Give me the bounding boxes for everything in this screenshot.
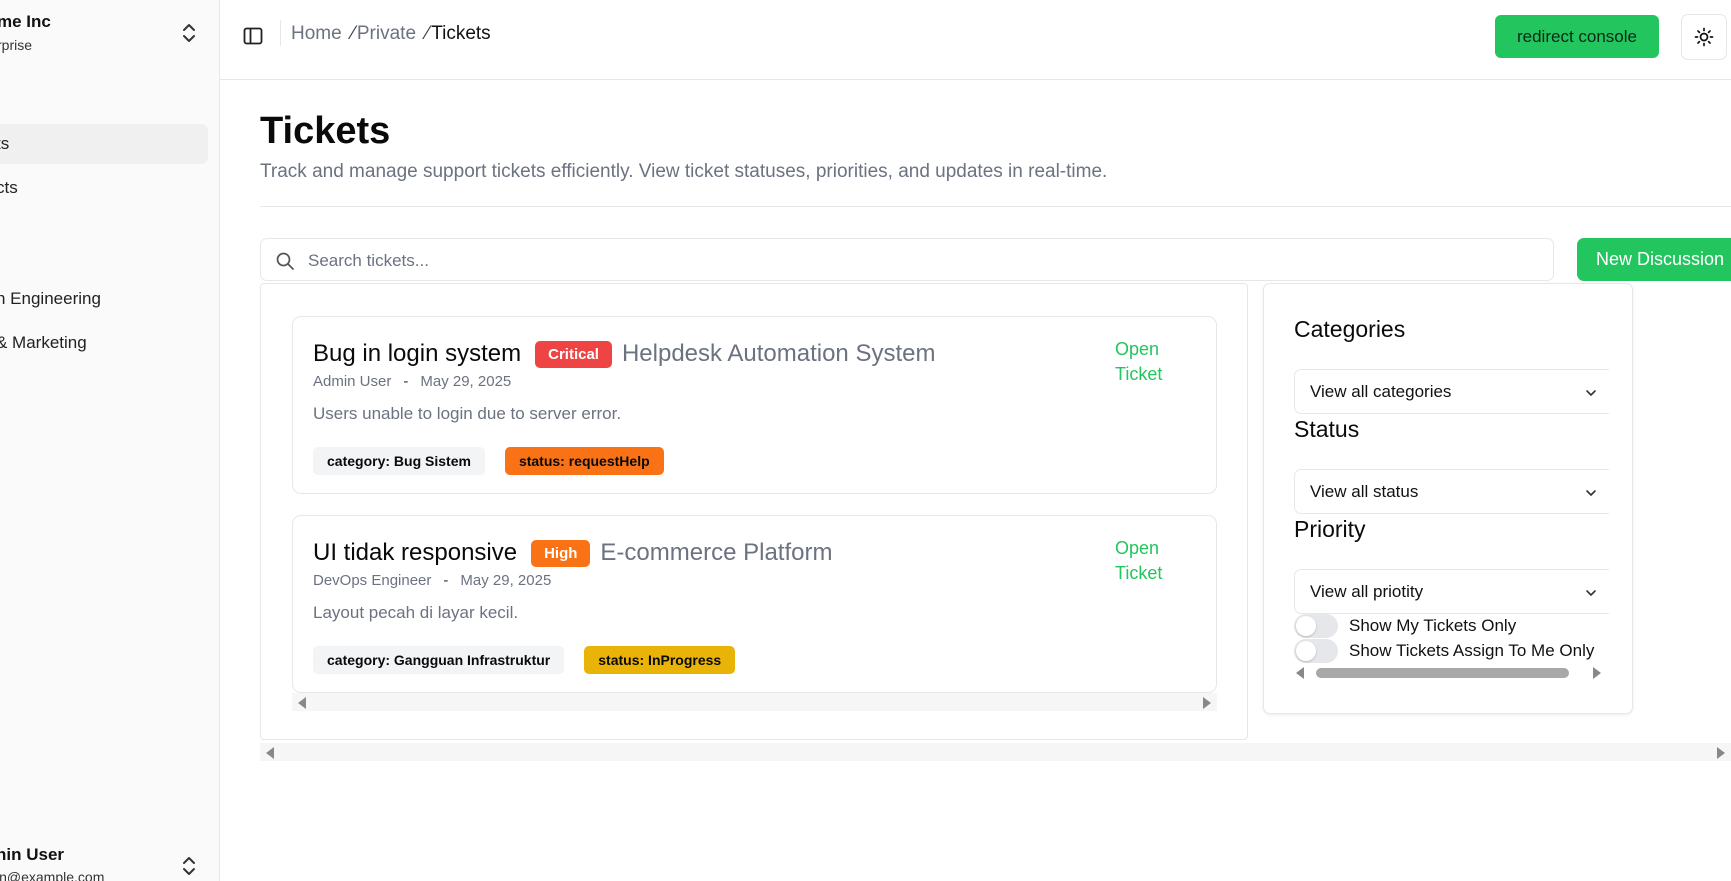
status-badge: status: requestHelp bbox=[504, 447, 664, 475]
ticket-meta: Admin User - May 29, 2025 bbox=[313, 373, 511, 390]
switch-knob bbox=[1296, 641, 1316, 661]
priority-select-value: View all priotity bbox=[1310, 582, 1424, 601]
switch-knob bbox=[1296, 616, 1316, 636]
my-tickets-toggle-row: Show My Tickets Only bbox=[1294, 614, 1516, 638]
categories-select[interactable]: View all categories bbox=[1294, 369, 1609, 414]
ticket-date: May 29, 2025 bbox=[420, 373, 512, 390]
scrollbar-thumb[interactable] bbox=[1316, 668, 1569, 678]
ticket-list: Bug in login system Critical Helpdesk Au… bbox=[260, 283, 1248, 740]
ticket-tags: category: Bug Sistem status: requestHelp bbox=[313, 447, 664, 475]
chevron-down-icon bbox=[1586, 590, 1596, 596]
ticket-title-row: UI tidak responsive High E-commerce Plat… bbox=[313, 539, 832, 567]
breadcrumb-separator: ⁄ bbox=[426, 23, 430, 44]
status-badge: status: InProgress bbox=[584, 646, 736, 674]
status-select[interactable]: View all status bbox=[1294, 469, 1609, 514]
status-select-value: View all status bbox=[1310, 482, 1419, 501]
project-name: Helpdesk Automation System bbox=[621, 340, 936, 367]
breadcrumb: Home ⁄ Private ⁄ Tickets bbox=[291, 23, 491, 45]
open-ticket-link[interactable]: Open Ticket bbox=[1115, 337, 1175, 387]
divider bbox=[280, 20, 281, 46]
scroll-left-arrow[interactable] bbox=[298, 697, 306, 709]
scroll-right-arrow[interactable] bbox=[1717, 747, 1725, 759]
search-icon bbox=[276, 252, 294, 270]
ticket-card: UI tidak responsive High E-commerce Plat… bbox=[292, 515, 1217, 693]
org-name: me Inc bbox=[0, 12, 51, 31]
ticket-author: Admin User bbox=[313, 373, 392, 390]
priority-select[interactable]: View all priotity bbox=[1294, 569, 1609, 614]
ticket-tags: category: Gangguan Infrastruktur status:… bbox=[313, 646, 736, 674]
divider bbox=[260, 206, 1731, 207]
page-subtitle: Track and manage support tickets efficie… bbox=[260, 161, 1108, 182]
sun-icon bbox=[1694, 27, 1714, 47]
user-name: nin User bbox=[0, 845, 65, 864]
scroll-left-arrow[interactable] bbox=[1296, 667, 1304, 679]
user-menu[interactable]: nin User in@example.com bbox=[0, 845, 104, 881]
sidebar-item-marketing[interactable]: & Marketing bbox=[0, 323, 87, 363]
my-tickets-switch[interactable] bbox=[1294, 614, 1338, 638]
new-discussion-button[interactable]: New Discussion bbox=[1577, 238, 1731, 281]
horizontal-scrollbar[interactable] bbox=[292, 693, 1217, 711]
top-header: Home ⁄ Private ⁄ Tickets redirect console bbox=[220, 0, 1731, 80]
sidebar-item-projects[interactable]: cts bbox=[0, 168, 18, 208]
filters-horizontal-scrollbar[interactable] bbox=[1294, 666, 1609, 680]
filters-panel: Categories View all categories Status Vi… bbox=[1263, 283, 1633, 714]
open-ticket-link[interactable]: Open Ticket bbox=[1115, 536, 1175, 586]
ticket-author: DevOps Engineer bbox=[313, 572, 432, 589]
category-tag: category: Gangguan Infrastruktur bbox=[313, 646, 565, 674]
chevrons-up-down-icon[interactable] bbox=[180, 855, 198, 877]
meta-separator: - bbox=[403, 373, 409, 390]
breadcrumb-home[interactable]: Home bbox=[291, 23, 342, 44]
search-bar bbox=[260, 238, 1554, 282]
breadcrumb-private[interactable]: Private bbox=[357, 23, 416, 44]
priority-badge: High bbox=[531, 539, 591, 567]
chevron-down-icon bbox=[1586, 390, 1596, 396]
sidebar: me Inc rprise ts cts n Engineering & Mar… bbox=[0, 0, 220, 881]
assigned-toggle-row: Show Tickets Assign To Me Only bbox=[1294, 639, 1594, 663]
meta-separator: - bbox=[443, 572, 449, 589]
sidebar-item-engineering[interactable]: n Engineering bbox=[0, 279, 101, 319]
scroll-right-arrow[interactable] bbox=[1593, 667, 1601, 679]
search-input[interactable] bbox=[306, 239, 1540, 282]
ticket-title[interactable]: Bug in login system bbox=[313, 340, 521, 368]
sidebar-item-label: ts bbox=[0, 134, 10, 153]
my-tickets-label: Show My Tickets Only bbox=[1349, 616, 1517, 635]
ticket-title-row: Bug in login system Critical Helpdesk Au… bbox=[313, 340, 935, 368]
ticket-description: Layout pecah di layar kecil. bbox=[313, 603, 519, 622]
sidebar-toggle-icon[interactable] bbox=[242, 25, 264, 47]
ticket-title[interactable]: UI tidak responsive bbox=[313, 539, 517, 567]
redirect-console-button[interactable]: redirect console bbox=[1495, 15, 1659, 58]
theme-toggle-button[interactable] bbox=[1681, 14, 1727, 60]
assigned-label: Show Tickets Assign To Me Only bbox=[1349, 641, 1595, 660]
page-horizontal-scrollbar[interactable] bbox=[260, 743, 1731, 761]
chevrons-up-down-icon[interactable] bbox=[180, 22, 198, 44]
ticket-meta: DevOps Engineer - May 29, 2025 bbox=[313, 572, 551, 589]
categories-select-value: View all categories bbox=[1310, 382, 1452, 401]
sidebar-item-label: n Engineering bbox=[0, 289, 101, 308]
status-heading: Status bbox=[1294, 416, 1360, 442]
user-email: in@example.com bbox=[0, 869, 105, 881]
breadcrumb-separator: ⁄ bbox=[351, 23, 355, 44]
priority-heading: Priority bbox=[1294, 516, 1366, 542]
breadcrumb-current: Tickets bbox=[431, 23, 491, 44]
page-title: Tickets bbox=[260, 110, 391, 152]
scroll-left-arrow[interactable] bbox=[266, 747, 274, 759]
chevron-down-icon bbox=[1586, 490, 1596, 496]
project-name: E-commerce Platform bbox=[600, 539, 833, 566]
priority-badge: Critical bbox=[535, 340, 612, 368]
sidebar-item-label: & Marketing bbox=[0, 333, 87, 352]
category-tag: category: Bug Sistem bbox=[313, 447, 485, 475]
assigned-switch[interactable] bbox=[1294, 639, 1338, 663]
ticket-description: Users unable to login due to server erro… bbox=[313, 404, 622, 423]
sidebar-item-tickets[interactable]: ts bbox=[0, 124, 208, 164]
sidebar-item-label: cts bbox=[0, 178, 18, 197]
ticket-card: Bug in login system Critical Helpdesk Au… bbox=[292, 316, 1217, 494]
org-switcher[interactable]: me Inc rprise bbox=[0, 12, 51, 53]
scroll-right-arrow[interactable] bbox=[1203, 697, 1211, 709]
ticket-date: May 29, 2025 bbox=[460, 572, 552, 589]
categories-heading: Categories bbox=[1294, 316, 1406, 342]
org-plan: rprise bbox=[0, 37, 33, 53]
